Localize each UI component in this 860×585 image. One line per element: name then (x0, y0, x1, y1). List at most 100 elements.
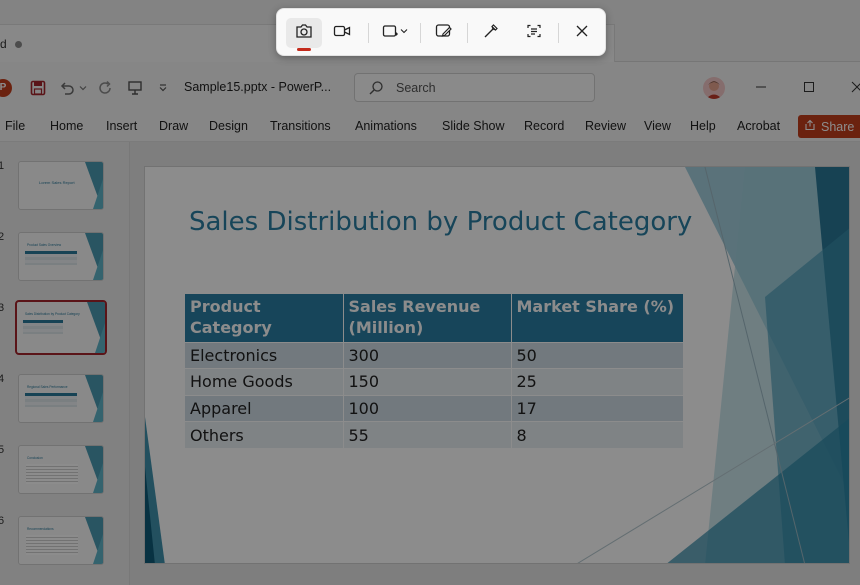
undo-icon[interactable] (58, 78, 76, 98)
share-label: Share (821, 119, 855, 134)
tab-insert[interactable]: Insert (106, 119, 137, 133)
video-icon (333, 24, 351, 43)
share-button[interactable]: Share (798, 115, 860, 138)
search-box[interactable]: Search (354, 73, 595, 102)
thumbnail-title: Sales Distribution by Product Category (25, 312, 80, 316)
thumbnail-title: Regional Sales Performance (27, 385, 68, 389)
screen: d P Sample15.pptx - PowerP... Search Fil… (0, 0, 860, 585)
present-from-beginning-icon[interactable] (126, 78, 144, 98)
close-icon (575, 24, 589, 43)
tab-help[interactable]: Help (690, 119, 716, 133)
table-cell[interactable]: 150 (343, 368, 512, 396)
table-cell[interactable]: Home Goods (185, 368, 344, 396)
thumbnail-table (23, 320, 63, 334)
tab-view[interactable]: View (644, 119, 671, 133)
tab-transitions[interactable]: Transitions (270, 119, 331, 133)
data-table[interactable]: Product Category Sales Revenue (Million)… (185, 294, 683, 449)
text-actions-icon (526, 23, 542, 44)
tab-record[interactable]: Record (524, 119, 564, 133)
thumbnail-table (25, 251, 77, 265)
thumbnail-text-lines (26, 464, 78, 484)
rectangle-mode-icon (382, 24, 408, 43)
slide-thumbnail-2[interactable]: Product Sales Overview (18, 232, 104, 281)
screenshot-mode-button[interactable] (286, 18, 322, 51)
toolbar-separator (467, 23, 468, 43)
slide-canvas[interactable]: Sales Distribution by Product Category P… (144, 166, 850, 564)
table-cell[interactable]: 17 (511, 394, 683, 422)
user-avatar[interactable] (703, 77, 725, 99)
undo-dropdown-chevron-icon[interactable] (78, 78, 88, 98)
text-actions-button[interactable] (517, 18, 551, 48)
table-cell[interactable]: Electronics (185, 341, 344, 369)
tab-animations[interactable]: Animations (355, 119, 417, 133)
color-picker-button[interactable] (474, 18, 508, 48)
table-cell[interactable]: 50 (511, 341, 683, 369)
thumbnail-table (25, 393, 77, 407)
snip-shape-dropdown[interactable] (376, 18, 414, 48)
table-cell[interactable]: Apparel (185, 394, 344, 422)
table-row: Apparel 100 17 (185, 394, 683, 422)
tab-draw[interactable]: Draw (159, 119, 188, 133)
close-snipping-button[interactable] (565, 18, 599, 48)
background-tab-label: d (0, 37, 7, 51)
edit-image-icon (435, 23, 453, 44)
search-icon (368, 80, 384, 101)
slide-thumbnail-5[interactable]: Conclusion (18, 445, 104, 494)
toolbar-separator (558, 23, 559, 43)
customize-quick-access-icon[interactable] (156, 78, 170, 98)
tab-close-dot-icon[interactable] (15, 41, 22, 48)
table-cell[interactable]: 300 (343, 341, 512, 369)
camera-icon (295, 23, 313, 44)
slide-thumbnail-6[interactable]: Recommendations (18, 516, 104, 565)
thumbnail-title: Product Sales Overview (27, 243, 62, 247)
slide-thumbnail-1[interactable]: Lorem Sales Report (18, 161, 104, 210)
tab-review[interactable]: Review (585, 119, 626, 133)
slide-thumbnail-3-selected[interactable]: Sales Distribution by Product Category (15, 300, 107, 355)
tab-file[interactable]: File (5, 119, 25, 133)
toolbar-separator (420, 23, 421, 43)
snipping-toolbar (276, 8, 606, 56)
toolbar-separator (368, 23, 369, 43)
minimize-icon[interactable] (749, 76, 773, 98)
thumbnail-number: 1 (0, 160, 5, 172)
slide-title[interactable]: Sales Distribution by Product Category (189, 207, 692, 237)
document-filename[interactable]: Sample15.pptx - PowerP... (184, 80, 331, 94)
table-row: Others 55 8 (185, 421, 683, 449)
thumbnail-text-lines (26, 535, 78, 555)
share-icon (804, 119, 816, 134)
redo-icon[interactable] (96, 78, 114, 98)
edit-image-button[interactable] (427, 18, 461, 48)
thumbnail-decoration (93, 534, 103, 564)
table-cell[interactable]: 25 (511, 368, 683, 396)
thumbnail-title: Recommendations (27, 527, 54, 531)
thumbnail-number: 5 (0, 444, 5, 456)
thumbnail-decoration (93, 250, 103, 280)
table-header-row: Product Category Sales Revenue (Million)… (185, 294, 683, 343)
tab-slide-show[interactable]: Slide Show (442, 119, 505, 133)
thumbnail-title: Conclusion (27, 456, 43, 460)
record-indicator-bar (297, 48, 311, 51)
thumbnail-title: Lorem Sales Report (39, 180, 75, 185)
tab-design[interactable]: Design (209, 119, 248, 133)
table-cell[interactable]: 8 (511, 421, 683, 449)
table-cell[interactable]: 55 (343, 421, 512, 449)
slide-thumbnail-4[interactable]: Regional Sales Performance (18, 374, 104, 423)
table-header-cell[interactable]: Market Share (%) (511, 294, 683, 343)
table-cell[interactable]: 100 (343, 394, 512, 422)
table-row: Home Goods 150 25 (185, 368, 683, 396)
close-window-icon[interactable] (845, 76, 860, 98)
table-cell[interactable]: Others (185, 421, 344, 449)
table-header-cell[interactable]: Sales Revenue (Million) (343, 294, 512, 343)
save-icon[interactable] (29, 78, 47, 98)
tab-acrobat[interactable]: Acrobat (737, 119, 780, 133)
thumbnail-number: 3 (0, 302, 5, 314)
video-mode-button[interactable] (324, 18, 360, 48)
tab-home[interactable]: Home (50, 119, 83, 133)
thumbnail-decoration (93, 463, 103, 493)
thumbnail-decoration (93, 392, 103, 422)
maximize-icon[interactable] (797, 76, 821, 98)
color-picker-icon (483, 23, 499, 44)
table-header-cell[interactable]: Product Category (185, 294, 344, 343)
search-placeholder: Search (396, 81, 436, 95)
thumbnail-decoration (95, 323, 105, 353)
